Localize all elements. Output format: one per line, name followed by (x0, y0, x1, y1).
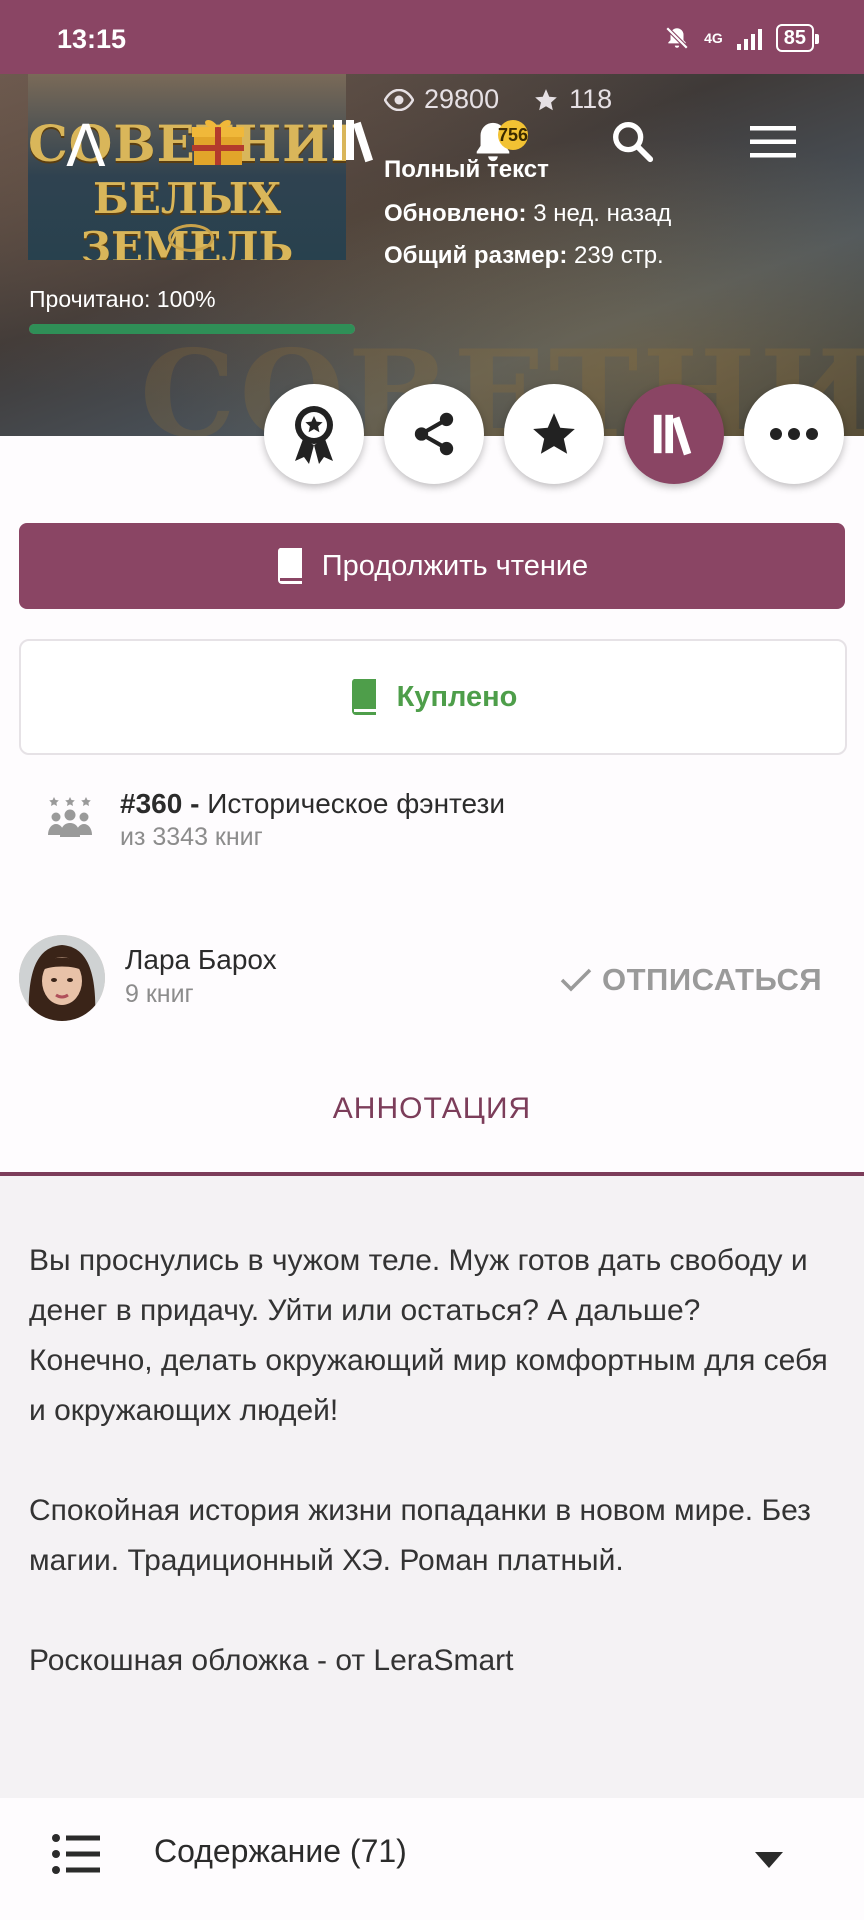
rate-button[interactable] (504, 384, 604, 484)
award-button[interactable] (264, 384, 364, 484)
book-header: СОВЕТНИК СОВЕТНИК БЕЛЫХ ЗЕМЕЛЬ 29800 118… (0, 74, 864, 436)
avatar-image (19, 935, 105, 1021)
rank-icon (48, 797, 92, 837)
star-icon (535, 88, 557, 110)
library-button[interactable] (624, 384, 724, 484)
library-icon[interactable] (331, 116, 379, 164)
contents-label[interactable]: Содержание (71) (154, 1833, 407, 1870)
rank-line[interactable]: #360 - Историческое фэнтези (120, 788, 505, 820)
views-stat: 29800 (384, 84, 499, 115)
share-icon (414, 412, 454, 456)
more-button[interactable] (744, 384, 844, 484)
chevron-down-icon (755, 1852, 783, 1868)
more-icon (770, 428, 818, 440)
views-count: 29800 (424, 84, 500, 114)
updated-row: Обновлено: 3 нед. назад (384, 200, 671, 228)
gift-icon[interactable] (190, 115, 246, 167)
share-button[interactable] (384, 384, 484, 484)
status-bar: 13:15 4G 85 (0, 0, 864, 74)
annotation-text: Вы проснулись в чужом теле. Муж готов да… (29, 1236, 829, 1686)
continue-reading-button[interactable]: Продолжить чтение (19, 523, 845, 609)
size-label: Общий размер: (384, 242, 568, 269)
progress-label: Прочитано: 100% (29, 286, 216, 312)
star-icon (533, 413, 575, 454)
rank-position: #360 - (120, 788, 200, 819)
unsubscribe-button[interactable]: ОТПИСАТЬСЯ (560, 962, 822, 998)
notification-badge: 756 (498, 120, 529, 150)
status-icons: 4G 85 (664, 24, 820, 52)
signal-icon (736, 26, 762, 50)
rank-total: из 3343 книг (120, 823, 263, 851)
stars-stat: 118 (533, 84, 612, 115)
cover-ornament (168, 224, 214, 252)
rank-genre: Историческое фэнтези (207, 788, 505, 819)
unsubscribe-label: ОТПИСАТЬСЯ (602, 962, 823, 997)
green-book-icon (351, 679, 376, 715)
size-value: 239 стр. (573, 242, 664, 269)
bought-label: Куплено (396, 680, 518, 713)
updated-value: 3 нед. назад (533, 200, 672, 227)
annotation-paragraph: Спокойная история жизни попаданки в ново… (29, 1494, 811, 1577)
updated-label: Обновлено: (384, 200, 527, 227)
library-icon (653, 414, 692, 456)
author-avatar[interactable] (19, 935, 105, 1021)
progress-fill (29, 324, 355, 334)
author-books: 9 книг (125, 980, 194, 1008)
annotation-paragraph: Роскошная обложка - от LeraSmart (29, 1644, 514, 1677)
status-time: 13:15 (57, 24, 127, 54)
mute-bell-icon (665, 26, 689, 50)
check-icon (560, 968, 592, 992)
author-name[interactable]: Лара Барох (125, 944, 277, 976)
tab-annotation[interactable]: АННОТАЦИЯ (0, 1092, 864, 1126)
eye-icon (384, 88, 414, 111)
book-icon (277, 548, 302, 584)
battery-level: 85 (783, 27, 806, 49)
progress-bar (29, 324, 355, 334)
award-icon (295, 406, 333, 464)
network-type: 4G (704, 30, 723, 46)
size-row: Общий размер: 239 стр. (384, 242, 664, 270)
book-stats: 29800 118 (384, 84, 612, 115)
search-icon[interactable] (609, 118, 655, 164)
list-icon (52, 1834, 100, 1874)
stars-count: 118 (569, 84, 613, 114)
bought-button[interactable]: Куплено (19, 639, 847, 755)
logo-icon[interactable]: Λ (66, 112, 106, 180)
menu-icon[interactable] (750, 124, 796, 160)
book-status: Полный текст (384, 156, 549, 183)
continue-reading-label: Продолжить чтение (321, 549, 589, 582)
contents-section[interactable] (0, 1798, 864, 1920)
annotation-paragraph: Вы проснулись в чужом теле. Муж готов да… (29, 1244, 828, 1427)
tab-indicator (0, 1172, 864, 1176)
battery-icon: 85 (775, 24, 820, 52)
